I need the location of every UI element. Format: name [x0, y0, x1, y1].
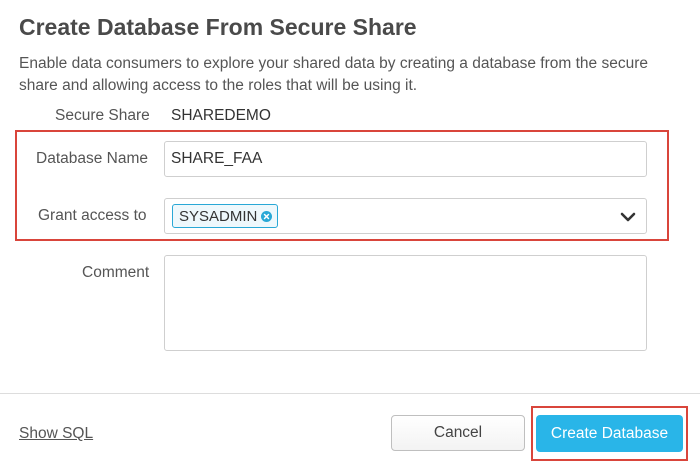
secure-share-value: SHAREDEMO: [171, 107, 271, 124]
dialog-description: Enable data consumers to explore your sh…: [19, 55, 648, 94]
create-database-dialog: Create Database From Secure Share Enable…: [0, 0, 700, 466]
cancel-button[interactable]: Cancel: [391, 415, 525, 451]
comment-label: Comment: [82, 264, 150, 281]
database-name-label: Database Name: [36, 150, 149, 167]
dialog-title: Create Database From Secure Share: [19, 14, 417, 40]
show-sql-link[interactable]: Show SQL: [19, 425, 93, 443]
grant-access-select[interactable]: SYSADMIN: [164, 198, 647, 234]
close-circle-icon[interactable]: [261, 210, 273, 222]
secure-share-label: Secure Share: [55, 107, 150, 124]
role-tag-sysadmin: SYSADMIN: [172, 204, 279, 228]
comment-textarea[interactable]: [164, 255, 647, 351]
chevron-down-icon[interactable]: [620, 210, 636, 224]
database-name-input[interactable]: [164, 141, 647, 177]
grant-access-label: Grant access to: [38, 207, 147, 224]
footer-divider: [0, 393, 700, 394]
create-database-button[interactable]: Create Database: [536, 415, 683, 452]
role-tag-label: SYSADMIN: [179, 207, 258, 225]
